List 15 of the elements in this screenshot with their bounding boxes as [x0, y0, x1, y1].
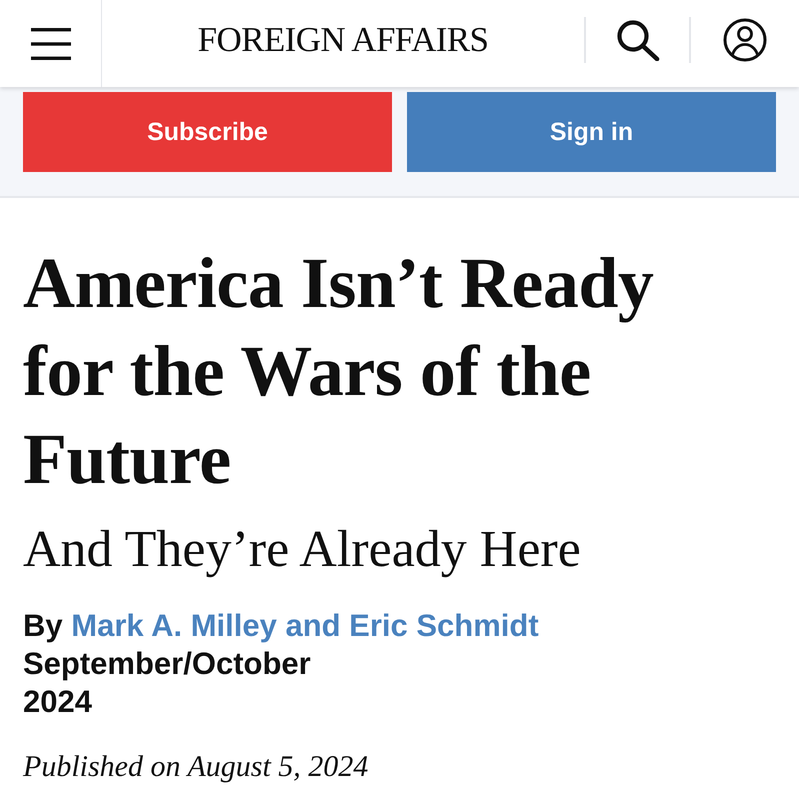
menu-button[interactable] [30, 28, 70, 60]
article-title: America Isn’t Ready for the Wars of the Future [23, 242, 654, 501]
publish-date: Published on August 5, 2024 [23, 749, 370, 785]
subscribe-button[interactable]: Subscribe [23, 92, 392, 172]
article-subtitle: And They’re Already Here [23, 520, 582, 580]
site-logo[interactable]: FOREIGN AFFAIRS [198, 20, 488, 60]
menu-icon [30, 28, 70, 60]
user-icon [723, 18, 767, 62]
sign-in-button[interactable]: Sign in [407, 92, 776, 172]
search-button[interactable] [616, 18, 660, 60]
author-link[interactable]: Mark A. Milley and Eric Schmidt [71, 608, 539, 643]
account-button[interactable] [723, 18, 767, 62]
issue-date: September/October 2024 [23, 645, 312, 721]
search-icon [616, 18, 660, 60]
byline: By Mark A. Milley and Eric Schmidt [23, 607, 540, 645]
